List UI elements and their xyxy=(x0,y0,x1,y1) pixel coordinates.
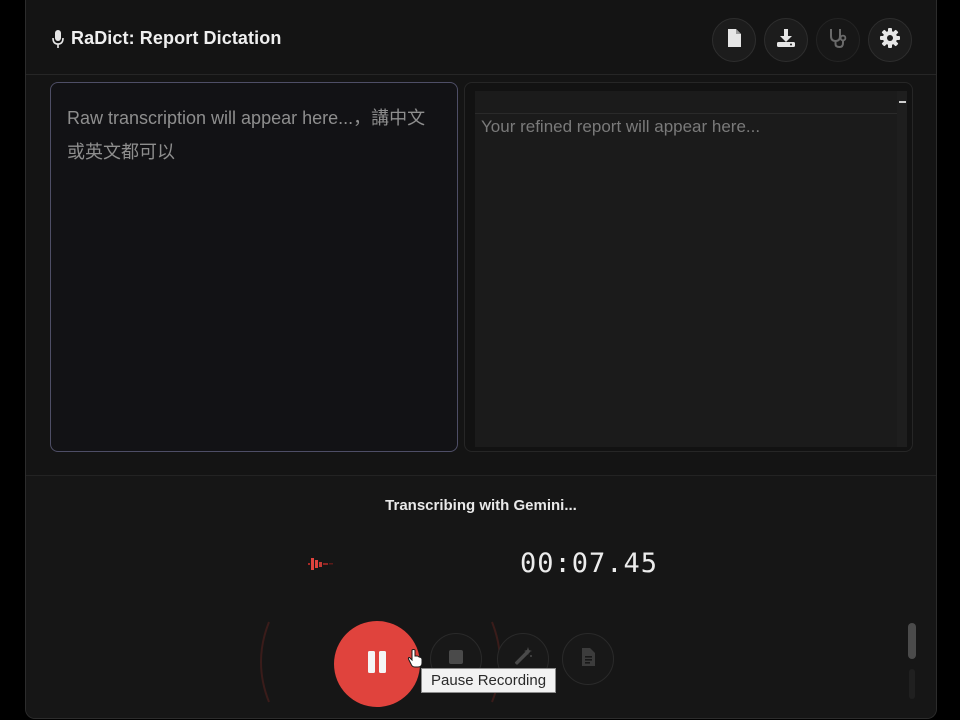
stop-icon xyxy=(448,649,464,670)
left-ripple-arc xyxy=(251,620,273,709)
document-icon xyxy=(726,28,742,53)
download-button[interactable] xyxy=(764,18,808,62)
header-bar: RaDict: Report Dictation xyxy=(26,0,936,75)
scrollbar-minimize-mark xyxy=(899,101,906,103)
stethoscope-icon xyxy=(827,27,849,54)
export-report-button[interactable] xyxy=(562,633,614,685)
transcription-status: Transcribing with Gemini... xyxy=(385,497,577,514)
new-document-button[interactable] xyxy=(712,18,756,62)
pause-icon xyxy=(366,650,388,679)
gear-icon xyxy=(879,27,901,54)
pause-recording-tooltip: Pause Recording xyxy=(421,668,557,693)
refined-report-divider xyxy=(475,113,897,114)
editor-panels: Raw transcription will appear here...，講中… xyxy=(50,82,913,454)
document-icon xyxy=(580,647,596,672)
page-scrollbar-track[interactable] xyxy=(909,669,915,699)
app-title-group: RaDict: Report Dictation xyxy=(52,28,281,49)
download-icon xyxy=(776,28,796,53)
raw-transcription-placeholder: Raw transcription will appear here...，講中… xyxy=(67,108,426,162)
page-scrollbar-thumb[interactable] xyxy=(908,623,916,659)
refined-report-textarea[interactable]: Your refined report will appear here... xyxy=(475,91,898,447)
refined-report-scrollbar[interactable] xyxy=(897,91,907,447)
app-title: RaDict: Report Dictation xyxy=(71,28,282,48)
microphone-icon xyxy=(52,29,64,49)
recorder-panel: Transcribing with Gemini... 00:07.45 Pau… xyxy=(26,475,936,718)
stethoscope-button[interactable] xyxy=(816,18,860,62)
raw-transcription-textarea[interactable]: Raw transcription will appear here...，講中… xyxy=(50,82,458,452)
refined-report-container: Your refined report will appear here... xyxy=(464,82,913,452)
app-window: RaDict: Report Dictation Raw transcripti… xyxy=(25,0,937,719)
recording-timer: 00:07.45 xyxy=(520,548,659,579)
settings-button[interactable] xyxy=(868,18,912,62)
refined-report-placeholder: Your refined report will appear here... xyxy=(481,117,761,136)
audio-waveform-icon xyxy=(308,555,334,578)
